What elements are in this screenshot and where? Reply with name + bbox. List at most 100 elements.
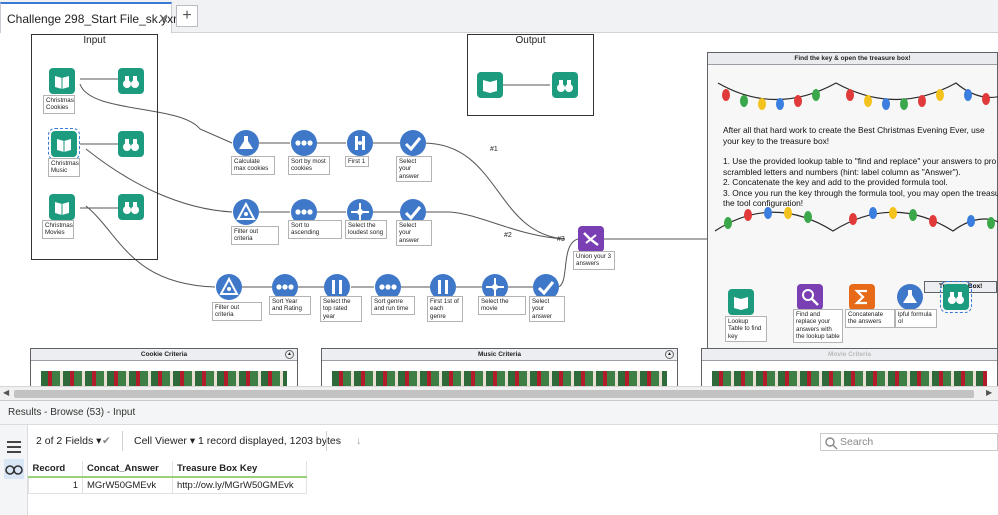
sample-icon[interactable] [347,130,373,156]
music-criteria-container[interactable]: Music Criteria ▲ [321,348,678,386]
annotation-christmas-cookies: Christmas Cookies [43,95,75,114]
holly-decoration [41,371,287,386]
collapse-icon[interactable]: ▲ [665,350,674,359]
holly-decoration [712,371,987,386]
filter-triangle-icon[interactable] [233,199,259,225]
book-icon[interactable] [49,194,75,220]
results-toolbar: 2 of 2 Fields ▾ ✔ Cell Viewer ▾ 1 record… [28,425,998,457]
annotation-sort-ascending: Sort to ascending [288,220,342,239]
arrow-down-icon[interactable]: ↓ [356,435,361,447]
binoculars-icon[interactable] [4,459,24,479]
flask-icon[interactable] [897,284,923,310]
filter-triangle-icon[interactable] [216,274,242,300]
results-grid: Record Concat_Answer Treasure Box Key 1 … [28,461,307,494]
collapse-icon[interactable]: ▲ [285,350,294,359]
checkmark-icon[interactable]: ✔ [102,435,111,447]
movie-criteria-container[interactable]: Movie Criteria [701,348,998,386]
binoculars-icon[interactable] [940,281,972,313]
binoculars-icon[interactable] [118,194,144,220]
annotation-sort-most: Sort by most cookies [288,156,330,175]
column-record[interactable]: Record [28,461,83,478]
annotation-select-answer2: Select your answer [396,220,432,247]
sigma-icon[interactable] [849,284,875,310]
table-view-icon[interactable] [4,437,24,457]
annotation-first1: First 1 [345,156,369,168]
scroll-thumb[interactable] [14,390,974,398]
union-icon[interactable] [578,226,604,252]
close-icon[interactable]: ✕ [158,11,169,27]
book-icon[interactable] [49,68,75,94]
annotation-sort-genre: Sort genre and run time [371,296,415,315]
movie-criteria-title: Movie Criteria [828,351,871,358]
connection-label-1: #1 [490,146,498,153]
results-panel: Results - Browse (53) - Input 2 of 2 Fie… [0,400,998,515]
flask-icon[interactable] [233,130,259,156]
scroll-left-arrow-icon[interactable]: ◀ [3,388,9,397]
cell-record[interactable]: 1 [28,476,83,494]
workflow-canvas[interactable]: Input Output Christmas Cookies Christmas… [0,34,998,386]
binoculars-icon[interactable] [552,72,578,98]
toolbar-divider [122,431,123,451]
search-icon [825,437,838,450]
cell-concat-answer[interactable]: MGrW50GMEvk [82,476,173,494]
holly-decoration [332,371,667,386]
annotation-helpful-formula: lpful formula ol [895,309,937,328]
input-container-title: Input [83,35,106,46]
binoculars-icon[interactable] [118,131,144,157]
annotation-select-answer1: Select your answer [396,156,432,183]
checkmark-icon[interactable] [400,130,426,156]
table-row[interactable]: 1 MGrW50GMEvk http://ow.ly/MGrW50GMEvk [28,476,307,494]
toolbar-divider [326,431,327,451]
annotation-select-loudest: Select the loudest song [345,220,387,239]
cell-viewer-dropdown[interactable]: Cell Viewer ▾ [134,435,195,447]
arrow-up-icon[interactable]: ↑ [336,435,341,447]
annotation-first-genre: First 1st of each genre [427,296,463,323]
annotation-select-top: Select the top rated year [320,296,362,323]
annotation-sort-year: Sort Year and Rating [269,296,311,315]
music-criteria-title: Music Criteria [478,351,521,358]
cookie-criteria-header: Cookie Criteria ▲ [31,349,297,361]
search-input[interactable]: Search [820,433,998,451]
column-treasure-key[interactable]: Treasure Box Key [172,461,307,478]
cookie-criteria-container[interactable]: Cookie Criteria ▲ [30,348,298,386]
annotation-christmas-movies: Christmas Movies [42,220,74,239]
cell-viewer-label: Cell Viewer [134,435,187,447]
annotation-christmas-music: Christmas Music [48,158,80,177]
movie-criteria-header: Movie Criteria [702,349,997,361]
fields-dropdown[interactable]: 2 of 2 Fields ▾ [36,435,101,447]
find-replace-icon[interactable] [797,284,823,310]
annotation-find-replace: Find and replace your answers with the l… [793,309,843,343]
grid-header-row: Record Concat_Answer Treasure Box Key [28,461,307,478]
binoculars-icon[interactable] [118,68,144,94]
connection-label-3: #3 [557,236,565,243]
canvas-hscrollbar[interactable]: ◀ ▶ [0,386,998,400]
sort-dots-icon[interactable] [291,130,317,156]
book-icon[interactable] [477,72,503,98]
christmas-lights-decoration [717,82,998,110]
cell-treasure-key[interactable]: http://ow.ly/MGrW50GMEvk [172,476,307,494]
fields-label: 2 of 2 Fields [36,435,94,447]
cookie-criteria-title: Cookie Criteria [140,351,188,358]
results-header: Results - Browse (53) - Input [0,401,998,425]
annotation-filter-criteria-3: Filter out criteria [212,302,262,321]
column-concat-answer[interactable]: Concat_Answer [82,461,173,478]
annotation-select-answer3: Select your answer [529,296,565,323]
annotation-union: Union your 3 answers [573,251,615,270]
lookup-instructions: After all that hard work to create the B… [723,125,998,209]
tab-workflow[interactable]: Challenge 298_Start File_sk.yxmd ✕ [0,2,190,33]
connection-label-2: #2 [504,232,512,239]
annotation-select-movie: Select the movie [478,296,526,315]
annotation-concat: Concatenate the answers [845,309,895,328]
annotation-calculate-max: Calculate max cookies [231,156,275,175]
results-sidebar [0,425,28,515]
book-icon[interactable] [728,289,754,315]
book-icon[interactable] [48,128,80,160]
output-container-title: Output [515,35,546,46]
record-count-label: 1 record displayed, 1203 bytes [198,435,342,447]
tab-bar: Challenge 298_Start File_sk.yxmd ✕ + [0,0,998,33]
music-criteria-header: Music Criteria ▲ [322,349,677,361]
scroll-right-arrow-icon[interactable]: ▶ [986,388,992,397]
add-tab-button[interactable]: + [176,5,198,27]
search-placeholder: Search [840,436,874,448]
annotation-lookup-table: Lookup Table to find key [725,316,767,343]
